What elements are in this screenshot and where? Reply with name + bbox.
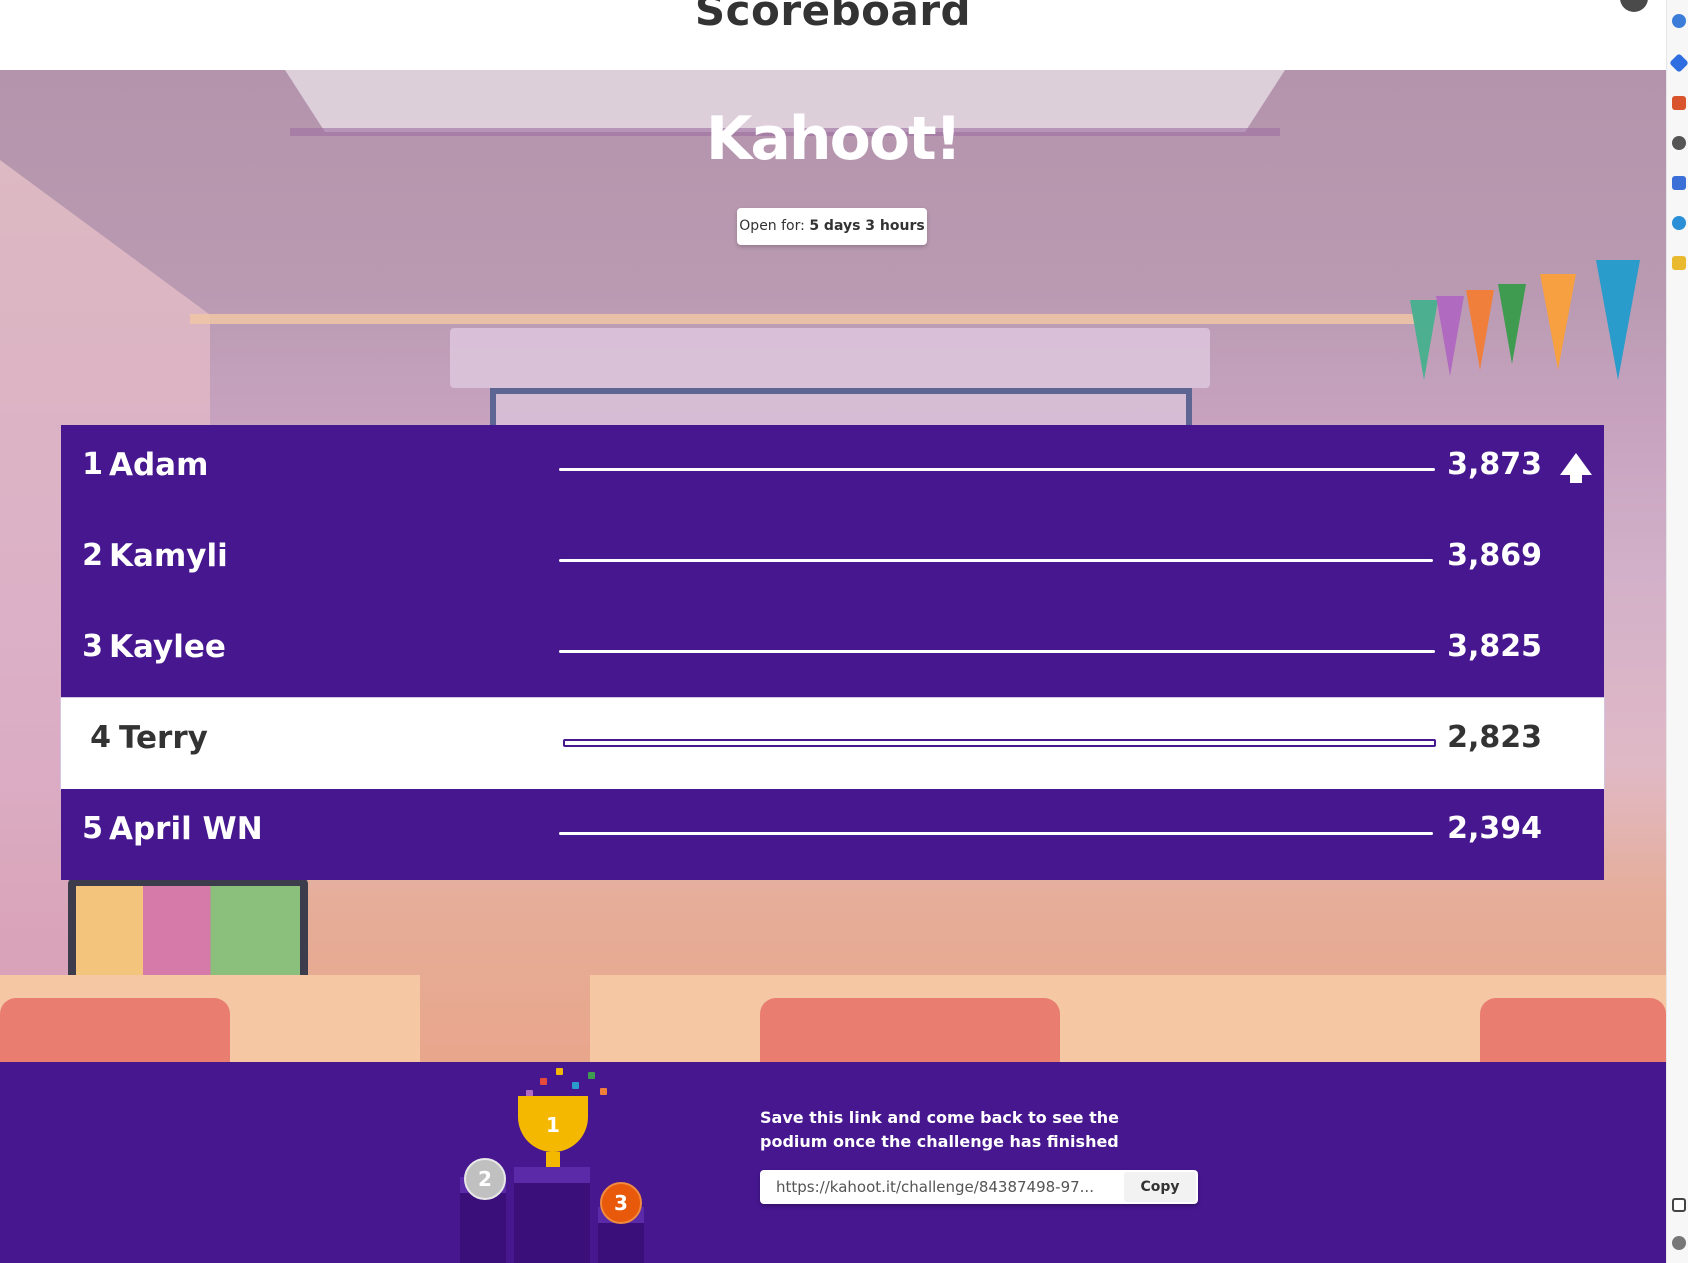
- confetti: [540, 1078, 547, 1085]
- chair: [1480, 998, 1666, 1062]
- projector-screen-housing: [450, 328, 1210, 388]
- pennant-flag: [1596, 260, 1640, 380]
- score-bar: [563, 739, 1436, 747]
- player-score: 2,394: [1447, 811, 1542, 846]
- pennant-flag: [1498, 284, 1526, 364]
- open-for-label: Open for:: [739, 218, 805, 234]
- podium-pillar-top: [514, 1167, 590, 1183]
- extension-icon-search[interactable]: [1672, 14, 1686, 28]
- scoreboard-row: 1 Adam 3,873: [61, 425, 1604, 516]
- confetti: [600, 1088, 607, 1095]
- open-for-value: 5 days 3 hours: [809, 218, 925, 234]
- extension-icon-diamond[interactable]: [1669, 53, 1688, 73]
- up-arrow-icon: [1560, 453, 1592, 483]
- player-name: Kaylee: [109, 629, 226, 665]
- extension-icon-chat[interactable]: [1672, 176, 1686, 190]
- scoreboard-row-current-player: 4 Terry 2,823: [61, 698, 1604, 789]
- scoreboard-row: 3 Kaylee 3,825: [61, 607, 1604, 698]
- extension-icon-settings[interactable]: [1672, 216, 1686, 230]
- score-bar: [559, 650, 1435, 653]
- player-rank: 1: [82, 447, 103, 482]
- confetti: [572, 1082, 579, 1089]
- pennant-flag: [1436, 296, 1464, 376]
- copy-button[interactable]: Copy: [1124, 1172, 1196, 1202]
- player-score: 3,869: [1447, 538, 1542, 573]
- player-score: 2,823: [1447, 720, 1542, 755]
- scoreboard-row: 2 Kamyli 3,869: [61, 516, 1604, 607]
- player-score: 3,873: [1447, 447, 1542, 482]
- extension-icon-user[interactable]: [1672, 136, 1686, 150]
- extension-icon-gear[interactable]: [1672, 1236, 1686, 1250]
- player-name: Kamyli: [109, 538, 228, 574]
- wall-molding: [190, 314, 1420, 324]
- open-for-badge: Open for: 5 days 3 hours: [737, 208, 927, 245]
- player-rank: 3: [82, 629, 103, 664]
- extension-icon-star[interactable]: [1672, 256, 1686, 270]
- player-name: Terry: [119, 720, 208, 756]
- footer: 2 1 3 Save this link and come back to se…: [0, 1062, 1666, 1263]
- podium-pillar-first: [514, 1183, 590, 1263]
- kahoot-logo: Kahoot!: [705, 104, 962, 174]
- score-bar: [559, 468, 1435, 471]
- pennant-banner: [1410, 260, 1660, 440]
- extension-icon-briefcase[interactable]: [1672, 96, 1686, 110]
- pennant-flag: [1410, 300, 1438, 380]
- bronze-medal-icon: 3: [600, 1182, 642, 1224]
- page-header: Scoreboard: [0, 0, 1666, 70]
- confetti: [588, 1072, 595, 1079]
- silver-medal-icon: 2: [464, 1158, 506, 1200]
- save-link-message: Save this link and come back to see the …: [760, 1108, 1119, 1151]
- page-title: Scoreboard: [694, 0, 972, 35]
- chair: [0, 998, 230, 1062]
- scoreboard-row: 5 April WN 2,394: [61, 789, 1604, 880]
- player-rank: 5: [82, 811, 103, 846]
- podium-pillar-second: [460, 1193, 506, 1263]
- player-name: Adam: [109, 447, 209, 483]
- extension-icon-panel[interactable]: [1672, 1198, 1686, 1212]
- player-rank: 2: [82, 538, 103, 573]
- player-rank: 4: [90, 720, 111, 755]
- scoreboard: 1 Adam 3,873 2 Kamyli 3,869 3 Kaylee 3,8…: [61, 425, 1604, 880]
- chair: [760, 998, 1060, 1062]
- player-name: April WN: [109, 811, 263, 847]
- podium-illustration: 2 1 3: [460, 1062, 660, 1263]
- challenge-link-box: https://kahoot.it/challenge/84387498-97.…: [760, 1170, 1198, 1204]
- browser-extension-strip: [1666, 0, 1688, 1263]
- score-bar: [559, 832, 1433, 835]
- confetti: [556, 1068, 563, 1075]
- player-score: 3,825: [1447, 629, 1542, 664]
- gold-medal-icon: 1: [534, 1106, 572, 1144]
- podium-pillar-third: [598, 1223, 644, 1263]
- score-bar: [559, 559, 1433, 562]
- pennant-flag: [1466, 290, 1494, 370]
- pennant-flag: [1540, 274, 1576, 370]
- challenge-link[interactable]: https://kahoot.it/challenge/84387498-97.…: [776, 1170, 1106, 1204]
